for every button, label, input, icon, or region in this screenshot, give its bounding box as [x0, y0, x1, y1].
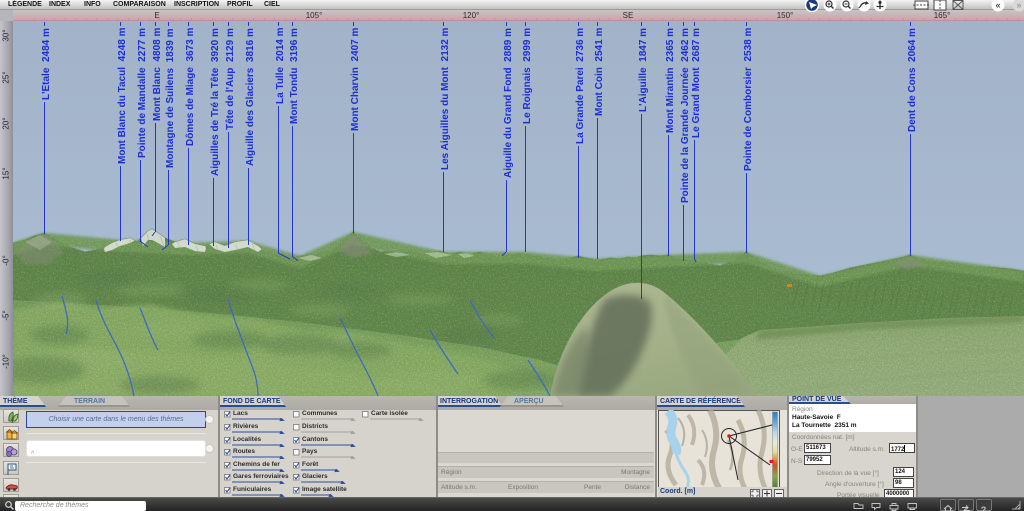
svg-text:»: » [1016, 0, 1021, 10]
svg-text:«: « [995, 0, 1000, 10]
svg-text:?: ? [981, 505, 987, 511]
